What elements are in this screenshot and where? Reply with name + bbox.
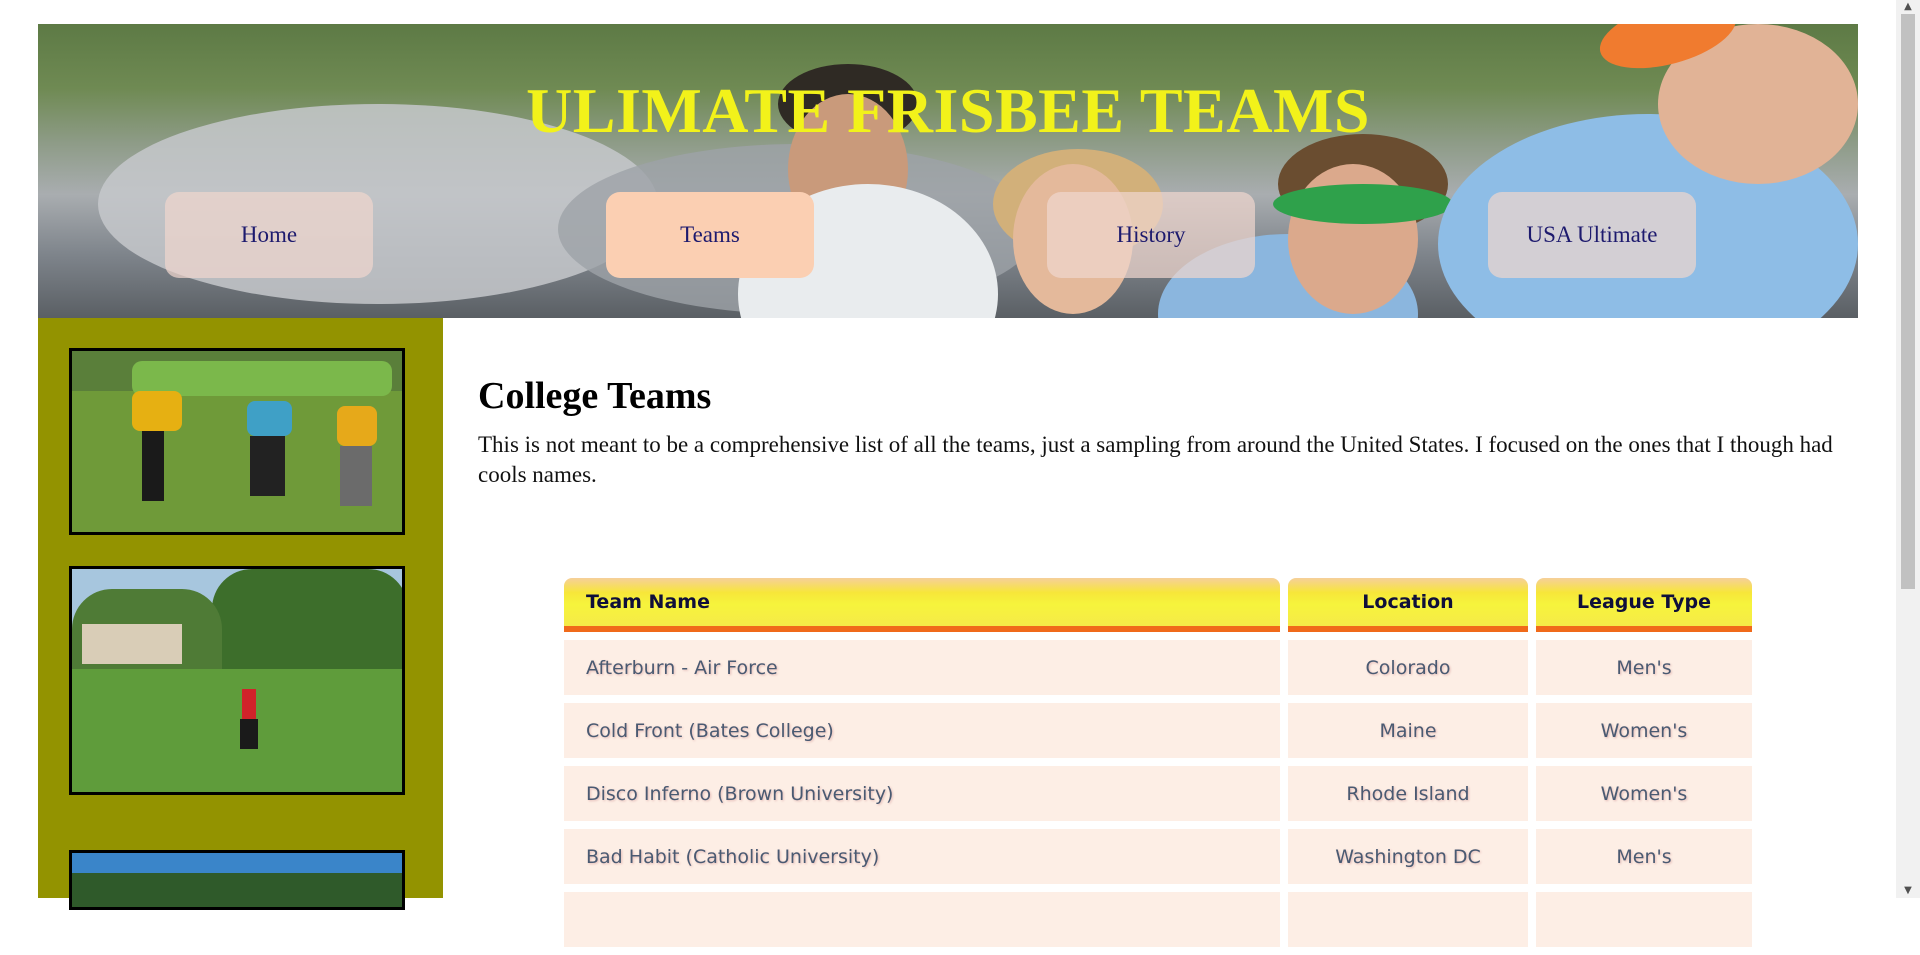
cell-location: Colorado: [1288, 640, 1528, 695]
cell-team-name: Afterburn - Air Force: [564, 640, 1280, 695]
cell-location: Rhode Island: [1288, 766, 1528, 821]
cell-league-type: [1536, 892, 1752, 947]
nav-teams[interactable]: Teams: [606, 192, 814, 278]
cell-league-type: Women's: [1536, 766, 1752, 821]
scrollbar-thumb[interactable]: [1901, 14, 1915, 589]
cell-league-type: Women's: [1536, 703, 1752, 758]
table-row: Afterburn - Air Force Colorado Men's: [564, 640, 1752, 695]
nav-usa-ultimate[interactable]: USA Ultimate: [1488, 192, 1696, 278]
sidebar-photo-1: [69, 348, 405, 535]
column-header-league-type: League Type: [1536, 578, 1752, 632]
cell-team-name: Disco Inferno (Brown University): [564, 766, 1280, 821]
cell-team-name: Cold Front (Bates College): [564, 703, 1280, 758]
header-banner: ULIMATE FRISBEE TEAMS Home Teams History…: [38, 24, 1858, 318]
scroll-down-arrow-icon[interactable]: ▼: [1896, 884, 1920, 898]
cell-league-type: Men's: [1536, 640, 1752, 695]
column-header-location: Location: [1288, 578, 1528, 632]
cell-location: Maine: [1288, 703, 1528, 758]
nav-history[interactable]: History: [1047, 192, 1255, 278]
sidebar-photo-3: [69, 850, 405, 910]
cell-team-name: [564, 892, 1280, 947]
sidebar: [38, 318, 443, 910]
table-header-row: Team Name Location League Type: [564, 578, 1752, 632]
scroll-up-arrow-icon[interactable]: ▲: [1896, 0, 1920, 14]
cell-location: Washington DC: [1288, 829, 1528, 884]
vertical-scrollbar[interactable]: ▲ ▼: [1896, 0, 1920, 898]
cell-team-name: Bad Habit (Catholic University): [564, 829, 1280, 884]
page: ULIMATE FRISBEE TEAMS Home Teams History…: [38, 24, 1858, 947]
cell-location: [1288, 892, 1528, 947]
teams-table: Team Name Location League Type Afterburn…: [556, 570, 1760, 955]
site-title: ULIMATE FRISBEE TEAMS: [526, 75, 1370, 146]
sidebar-photo-2: [69, 566, 405, 795]
column-header-team-name: Team Name: [564, 578, 1280, 632]
table-row: [564, 892, 1752, 947]
table-row: Cold Front (Bates College) Maine Women's: [564, 703, 1752, 758]
nav-home[interactable]: Home: [165, 192, 373, 278]
table-row: Disco Inferno (Brown University) Rhode I…: [564, 766, 1752, 821]
table-row: Bad Habit (Catholic University) Washingt…: [564, 829, 1752, 884]
page-heading: College Teams: [478, 375, 712, 417]
intro-paragraph: This is not meant to be a comprehensive …: [478, 432, 1833, 487]
banner-photo-headband: [1273, 184, 1453, 224]
cell-league-type: Men's: [1536, 829, 1752, 884]
